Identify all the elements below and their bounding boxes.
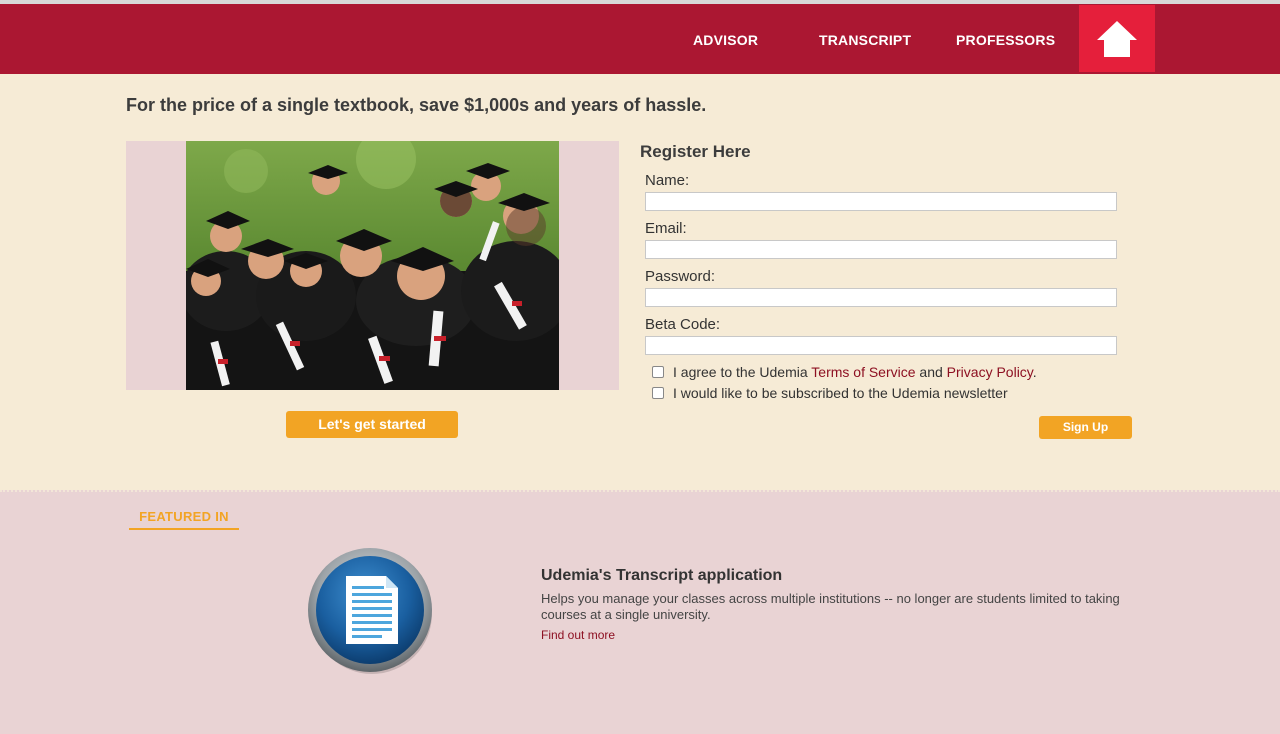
find-out-more-link[interactable]: Find out more [541, 628, 615, 642]
featured-in-heading: FEATURED IN [129, 509, 239, 530]
terms-agreement-row: I agree to the Udemia Terms of Service a… [652, 364, 1037, 380]
sign-up-button[interactable]: Sign Up [1039, 416, 1132, 439]
terms-text: I agree to the Udemia Terms of Service a… [673, 364, 1037, 380]
email-input[interactable] [645, 240, 1117, 259]
featured-section: FEATURED IN Udemia's Transcript applicat… [0, 490, 1280, 734]
document-icon [308, 548, 432, 674]
graduates-photo [186, 141, 559, 390]
home-icon [1097, 20, 1137, 57]
name-label: Name: [645, 172, 690, 189]
nav-professors-link[interactable]: PROFESSORS [956, 32, 1055, 48]
password-input[interactable] [645, 288, 1117, 307]
agree-and: and [915, 364, 947, 380]
agree-prefix: I agree to the Udemia [673, 364, 812, 380]
hero-photo-panel [126, 141, 619, 390]
privacy-policy-link[interactable]: Privacy Policy [947, 364, 1033, 380]
nav-transcript-link[interactable]: TRANSCRIPT [819, 32, 911, 48]
password-label: Password: [645, 268, 716, 285]
transcript-app-title: Udemia's Transcript application [541, 567, 783, 584]
top-navigation-bar: ADVISOR TRANSCRIPT PROFESSORS [0, 4, 1280, 74]
terms-of-service-link[interactable]: Terms of Service [811, 364, 915, 380]
beta-code-input[interactable] [645, 336, 1117, 355]
beta-code-label: Beta Code: [645, 316, 721, 333]
newsletter-checkbox[interactable] [652, 387, 664, 399]
nav-advisor-link[interactable]: ADVISOR [693, 32, 758, 48]
home-button[interactable] [1079, 5, 1155, 72]
newsletter-text: I would like to be subscribed to the Ude… [673, 385, 1008, 401]
email-label: Email: [645, 220, 687, 237]
transcript-app-description: Helps you manage your classes across mul… [541, 591, 1120, 622]
newsletter-row: I would like to be subscribed to the Ude… [652, 385, 1008, 401]
agree-suffix: . [1032, 364, 1037, 380]
name-input[interactable] [645, 192, 1117, 211]
register-heading: Register Here [640, 142, 751, 161]
terms-checkbox[interactable] [652, 366, 664, 378]
lets-get-started-button[interactable]: Let's get started [286, 411, 458, 438]
hero-tagline: For the price of a single textbook, save… [126, 95, 707, 115]
